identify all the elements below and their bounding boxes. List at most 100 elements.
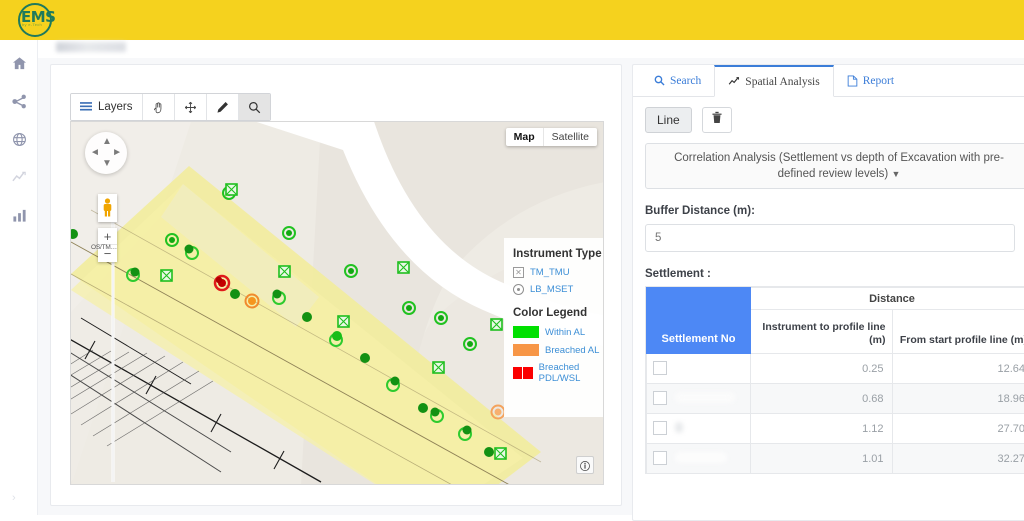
tab-label: Report — [863, 75, 894, 87]
magnifier-icon — [248, 101, 261, 114]
street-view-pegman[interactable] — [98, 194, 117, 222]
move-tool-button[interactable] — [175, 94, 207, 120]
tab-label: Search — [670, 75, 701, 87]
file-icon — [847, 75, 858, 87]
settlement-table: Settlement No Distance Instrument to pro… — [646, 287, 1024, 474]
pan-up-icon[interactable]: ▲ — [102, 137, 112, 147]
globe-icon — [12, 132, 27, 147]
buffer-distance-input[interactable] — [645, 224, 1015, 252]
from-start-profile-value: 12.64 — [892, 354, 1024, 384]
from-start-profile-value: 27.70 — [892, 414, 1024, 444]
legend-color-breached-pdl: Breached PDL/WSL — [513, 362, 603, 384]
col-distance-group: Distance — [751, 288, 1024, 310]
settlement-no-cell[interactable] — [647, 414, 751, 444]
top-header-bar: EMS by e-Tech — [0, 0, 1024, 40]
map-pan-control[interactable]: ▲ ▼ ◄ ► — [85, 132, 127, 174]
sidebar-item-trend[interactable] — [8, 166, 30, 188]
map-type-satellite[interactable]: Satellite — [544, 128, 597, 146]
settlement-no-value — [675, 452, 727, 463]
legend-color-label: Breached PDL/WSL — [539, 362, 603, 384]
tab-spatial-analysis[interactable]: Spatial Analysis — [714, 65, 833, 97]
instrument-to-profile-value: 0.68 — [751, 384, 893, 414]
sidebar-item-globe[interactable] — [8, 128, 30, 150]
pencil-icon — [216, 101, 229, 114]
legend-instrument-title: Instrument Type — [513, 248, 603, 260]
arrows-move-icon — [184, 101, 197, 114]
map-type-map[interactable]: Map — [506, 128, 544, 146]
map-view[interactable]: Map Satellite ▲ ▼ ◄ ► + — [70, 121, 604, 485]
zoom-in-button[interactable]: + — [98, 228, 117, 245]
buffer-distance-label: Buffer Distance (m): — [645, 205, 1024, 217]
table-row[interactable]: 1.12 27.70 — [647, 414, 1024, 444]
col-instrument-to-profile[interactable]: Instrument to profile line (m) — [751, 310, 893, 354]
table-row[interactable]: 0.25 12.64 — [647, 354, 1024, 384]
line-tool-button[interactable]: Line — [645, 107, 692, 133]
pan-down-icon[interactable]: ▼ — [102, 159, 112, 169]
sidebar-item-network[interactable] — [8, 90, 30, 112]
row-checkbox[interactable] — [653, 361, 667, 375]
draw-tool-button[interactable] — [207, 94, 239, 120]
sidebar-collapse-toggle[interactable]: › — [12, 492, 16, 504]
instrument-to-profile-value: 1.01 — [751, 444, 893, 474]
hand-icon — [152, 101, 165, 114]
layers-button-label: Layers — [98, 101, 133, 113]
legend-item-lb-mset: LB_MSET — [513, 284, 603, 295]
panel-body: Line Correlation Analysis (Settlement vs… — [633, 97, 1024, 474]
map-attribution: OS/TM… — [91, 244, 117, 251]
logo-subtext: by e-Tech — [22, 22, 42, 27]
trash-icon — [711, 111, 723, 129]
left-sidebar: › — [0, 40, 38, 515]
app-logo[interactable]: EMS by e-Tech — [12, 1, 68, 39]
table-body: 0.25 12.64 0.68 18.96 — [647, 354, 1024, 474]
legend-color-breached-al: Breached AL — [513, 344, 603, 356]
analysis-type-select[interactable]: Correlation Analysis (Settlement vs dept… — [645, 143, 1024, 189]
settlement-table-wrapper: Settlement No Distance Instrument to pro… — [645, 286, 1024, 474]
table-row[interactable]: 1.01 32.27 — [647, 444, 1024, 474]
share-nodes-icon — [12, 94, 27, 109]
legend-color-within-al: Within AL — [513, 326, 603, 338]
line-chart-icon — [728, 76, 740, 87]
row-checkbox[interactable] — [653, 391, 667, 405]
tab-report[interactable]: Report — [834, 65, 907, 96]
map-legend: Instrument Type ✕ TM_TMU LB_MSET Color L… — [504, 238, 603, 417]
map-info-button[interactable]: ⓘ — [576, 456, 594, 474]
settlement-no-cell[interactable] — [647, 384, 751, 414]
row-checkbox[interactable] — [653, 451, 667, 465]
legend-item-tm-tmu: ✕ TM_TMU — [513, 267, 603, 278]
from-start-profile-value: 32.27 — [892, 444, 1024, 474]
breadcrumb — [56, 42, 126, 52]
tool-button-row: Line — [645, 107, 1024, 133]
settlement-no-cell[interactable] — [647, 354, 751, 384]
home-icon — [12, 56, 27, 71]
sidebar-item-reports[interactable] — [8, 204, 30, 226]
legend-color-label: Within AL — [545, 327, 585, 338]
settlement-no-cell[interactable] — [647, 444, 751, 474]
sidebar-item-home[interactable] — [8, 52, 30, 74]
map-type-switch[interactable]: Map Satellite — [506, 128, 597, 146]
panel-tabs: Search Spatial Analysis Report — [633, 65, 1024, 97]
pan-left-icon[interactable]: ◄ — [90, 148, 100, 158]
col-from-start-profile[interactable]: From start profile line (m) — [892, 310, 1024, 354]
pan-tool-button[interactable] — [143, 94, 175, 120]
search-tool-button[interactable] — [239, 94, 270, 120]
table-header-row-1: Settlement No Distance — [647, 288, 1024, 310]
circle-dot-icon — [513, 284, 524, 295]
magnifier-icon — [654, 75, 665, 86]
pan-right-icon[interactable]: ► — [112, 148, 122, 158]
row-checkbox[interactable] — [653, 421, 667, 435]
map-toolbar: Layers — [70, 93, 271, 121]
settlement-no-value — [675, 392, 735, 403]
col-settlement-no[interactable]: Settlement No — [647, 288, 751, 354]
list-icon — [80, 101, 92, 113]
map-panel: Layers — [50, 64, 622, 506]
tab-search[interactable]: Search — [641, 65, 714, 96]
table-row[interactable]: 0.68 18.96 — [647, 384, 1024, 414]
chevron-down-icon: ▼ — [891, 169, 900, 179]
legend-item-label: LB_MSET — [530, 284, 573, 295]
square-x-icon: ✕ — [513, 267, 524, 278]
layers-button[interactable]: Layers — [71, 94, 143, 120]
settlement-no-value — [675, 422, 683, 433]
analysis-panel: Search Spatial Analysis Report Line — [632, 64, 1024, 521]
delete-button[interactable] — [702, 107, 732, 133]
analysis-type-value: Correlation Analysis (Settlement vs dept… — [674, 152, 1004, 180]
